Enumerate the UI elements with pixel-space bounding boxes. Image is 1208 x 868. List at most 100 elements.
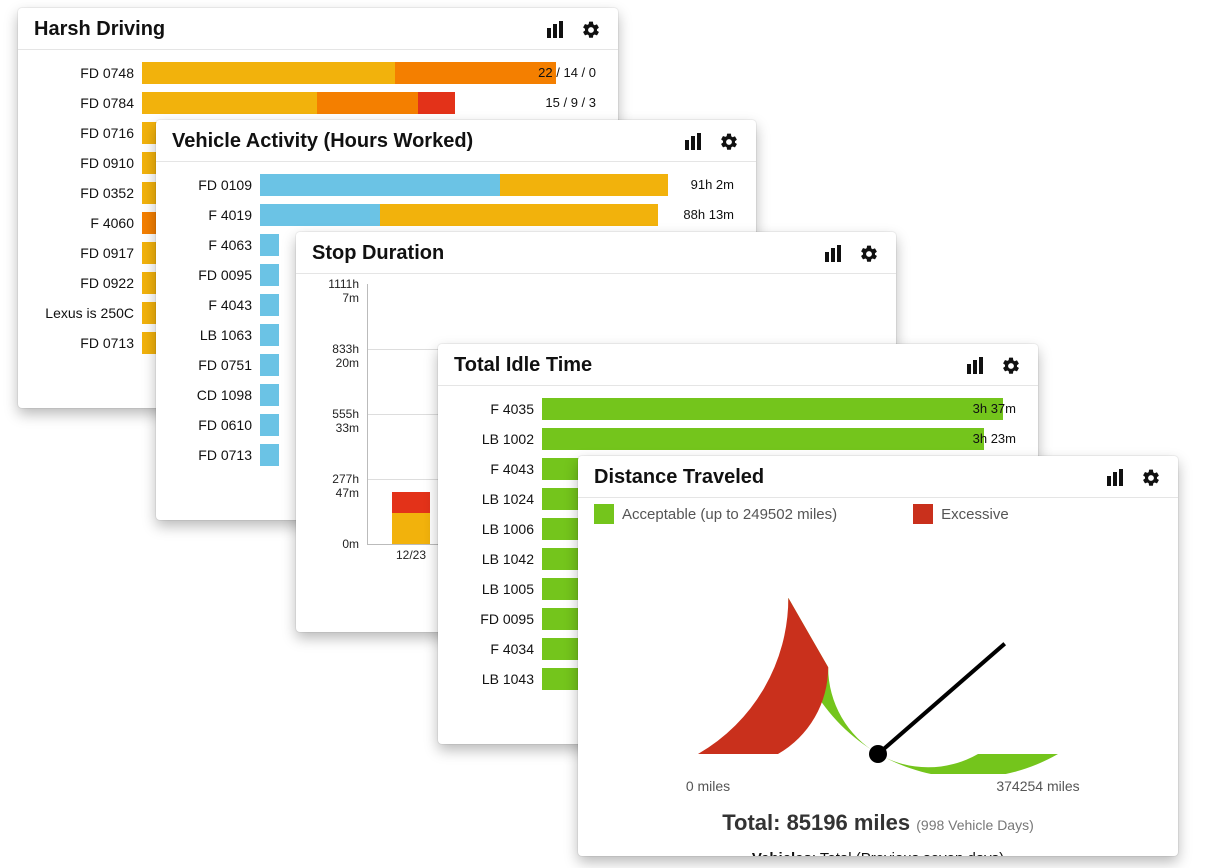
card-title: Total Idle Time <box>454 354 964 377</box>
row-label: F 4034 <box>454 641 542 657</box>
stacked-bar <box>392 492 430 544</box>
row-label: LB 1063 <box>172 327 260 343</box>
row-value: 91h 2m <box>691 174 734 196</box>
bar-track: 22 / 14 / 0 <box>142 62 602 84</box>
bar-segment <box>260 294 279 316</box>
bar-segment <box>260 354 279 376</box>
bar-segment <box>260 444 279 466</box>
card-title: Vehicle Activity (Hours Worked) <box>172 130 682 153</box>
bar-chart-icon[interactable] <box>964 355 986 377</box>
gauge-arc-acceptable <box>788 598 1058 774</box>
bar-segment <box>395 62 556 84</box>
row-label: FD 0352 <box>34 185 142 201</box>
row-label: F 4063 <box>172 237 260 253</box>
row-label: Lexus is 250C <box>34 305 142 321</box>
chart-row: FD 0109 91h 2m <box>172 172 740 198</box>
row-label: LB 1005 <box>454 581 542 597</box>
chart-row: F 4035 3h 37m <box>454 396 1022 422</box>
gear-icon[interactable] <box>1140 467 1162 489</box>
card-header: Distance Traveled <box>578 456 1178 498</box>
bar-segment <box>418 92 455 114</box>
bar-segment <box>260 234 279 256</box>
bar-segment <box>317 92 418 114</box>
gear-icon[interactable] <box>718 131 740 153</box>
gauge-max-label: 374254 miles <box>978 778 1098 794</box>
row-label: FD 0610 <box>172 417 260 433</box>
bar-segment <box>142 62 395 84</box>
row-label: F 4035 <box>454 401 542 417</box>
footer-rest: : Total (Previous seven days) <box>812 850 1004 856</box>
gauge-total-label: Total: 85196 miles <box>722 810 910 835</box>
distance-traveled-card: Distance Traveled Acceptable (up to 2495… <box>578 456 1178 856</box>
y-tick-label: 1111h 7m <box>328 277 359 305</box>
row-label: LB 1043 <box>454 671 542 687</box>
chart-row: LB 10023h 23m <box>454 426 1022 452</box>
card-title: Distance Traveled <box>594 466 1104 489</box>
row-label: FD 0716 <box>34 125 142 141</box>
bar-segment <box>142 92 317 114</box>
row-label: FD 0922 <box>34 275 142 291</box>
chart-row: FD 078415 / 9 / 3 <box>34 90 602 116</box>
bar-chart-icon[interactable] <box>682 131 704 153</box>
bar-segment <box>392 513 430 544</box>
row-label: FD 0784 <box>34 95 142 111</box>
row-label: LB 1042 <box>454 551 542 567</box>
row-label: F 4043 <box>172 297 260 313</box>
gauge-hub <box>869 745 887 763</box>
legend-label-acceptable: Acceptable (up to 249502 miles) <box>622 506 837 523</box>
row-label: CD 1098 <box>172 387 260 403</box>
bar-track: 91h 2m <box>260 174 740 196</box>
bar-chart-icon[interactable] <box>1104 467 1126 489</box>
row-label: F 4043 <box>454 461 542 477</box>
row-label: F 4060 <box>34 215 142 231</box>
legend-swatch-excessive <box>913 504 933 524</box>
row-label: FD 0917 <box>34 245 142 261</box>
card-title: Stop Duration <box>312 242 822 265</box>
bar-track: 88h 13m <box>260 204 740 226</box>
row-value: 3h 23m <box>973 428 1016 450</box>
gear-icon[interactable] <box>580 19 602 41</box>
gauge-arc-excessive <box>698 598 828 754</box>
bar-segment <box>260 204 380 226</box>
row-value: 22 / 14 / 0 <box>538 62 596 84</box>
bar-segment <box>260 324 279 346</box>
chart-row: F 4019 88h 13m <box>172 202 740 228</box>
x-tick-label: 12/23 <box>392 548 430 562</box>
bar-segment <box>260 264 279 286</box>
row-label: FD 0748 <box>34 65 142 81</box>
bar-segment <box>392 492 430 513</box>
row-label: FD 0095 <box>172 267 260 283</box>
bar-segment <box>260 414 279 436</box>
card-title: Harsh Driving <box>34 18 544 41</box>
row-label: FD 0713 <box>172 447 260 463</box>
y-tick-label: 0m <box>342 537 359 551</box>
bar-segment <box>542 428 984 450</box>
card-footer: Vehicles: Total (Previous seven days) <box>578 850 1178 856</box>
row-label: F 4019 <box>172 207 260 223</box>
row-label: LB 1006 <box>454 521 542 537</box>
footer-strong: Vehicles <box>752 850 812 856</box>
chart-row: FD 0748 22 / 14 / 0 <box>34 60 602 86</box>
bar-segment <box>542 398 1003 420</box>
legend-swatch-acceptable <box>594 504 614 524</box>
row-value: 3h 37m <box>973 398 1016 420</box>
row-label: LB 1024 <box>454 491 542 507</box>
gear-icon[interactable] <box>1000 355 1022 377</box>
row-label: FD 0095 <box>454 611 542 627</box>
card-header: Stop Duration <box>296 232 896 274</box>
y-tick-label: 277h 47m <box>332 472 359 500</box>
row-label: FD 0751 <box>172 357 260 373</box>
row-value: 88h 13m <box>683 204 734 226</box>
bar-track: 15 / 9 / 3 <box>142 92 602 114</box>
bar-track: 3h 23m <box>542 428 1022 450</box>
row-label: FD 0910 <box>34 155 142 171</box>
gear-icon[interactable] <box>858 243 880 265</box>
card-header: Vehicle Activity (Hours Worked) <box>156 120 756 162</box>
bar-segment <box>260 174 500 196</box>
y-tick-label: 555h 33m <box>332 407 359 435</box>
gauge-needle <box>878 644 1005 754</box>
row-label: FD 0109 <box>172 177 260 193</box>
bar-segment <box>500 174 668 196</box>
bar-chart-icon[interactable] <box>544 19 566 41</box>
bar-chart-icon[interactable] <box>822 243 844 265</box>
